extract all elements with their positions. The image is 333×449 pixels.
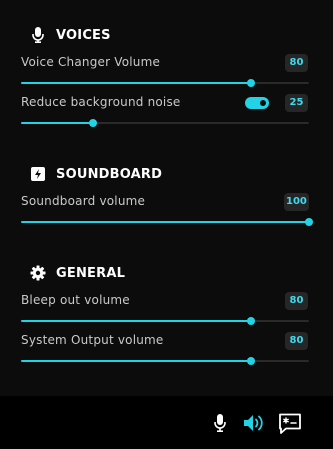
slider-thumb[interactable] (247, 79, 256, 87)
slider-fill (21, 122, 93, 124)
slider-fill (21, 320, 252, 322)
reduce-noise-slider[interactable] (21, 119, 309, 127)
general-title: GENERAL (56, 265, 126, 281)
slider-fill (21, 221, 309, 223)
voice-changer-volume-slider[interactable] (21, 79, 309, 87)
system-output-volume-slider[interactable] (21, 357, 309, 365)
settings-panel: VOICES Voice Changer Volume 80 Reduce ba… (0, 0, 333, 396)
reduce-noise-value: 25 (285, 94, 308, 112)
bleep-out-volume-value: 80 (285, 292, 308, 310)
soundboard-volume-value: 100 (284, 193, 309, 211)
microphone-icon[interactable] (212, 413, 228, 433)
reduce-noise-label: Reduce background noise (21, 95, 181, 109)
gear-icon (30, 265, 46, 281)
lightning-icon (30, 166, 46, 182)
bleep-out-volume-label: Bleep out volume (21, 293, 130, 307)
slider-thumb[interactable] (247, 357, 256, 365)
slider-thumb[interactable] (305, 218, 313, 226)
slider-fill (21, 82, 252, 84)
slider-thumb[interactable] (89, 119, 97, 127)
system-output-volume-value: 80 (285, 332, 308, 350)
soundboard-volume-slider[interactable] (21, 218, 313, 226)
soundboard-section-header: SOUNDBOARD (30, 164, 162, 184)
voice-changer-volume-label: Voice Changer Volume (21, 55, 161, 69)
slider-thumb[interactable] (247, 317, 256, 325)
soundboard-title: SOUNDBOARD (56, 166, 163, 182)
footer-bar (0, 396, 333, 449)
microphone-icon (30, 27, 46, 43)
toggle-knob (260, 100, 266, 106)
voice-changer-volume-value: 80 (285, 54, 308, 72)
slider-fill (21, 360, 252, 362)
bleep-out-volume-slider[interactable] (21, 317, 309, 325)
chat-icon[interactable] (277, 412, 303, 436)
speaker-icon[interactable] (242, 413, 266, 433)
general-section-header: GENERAL (30, 263, 125, 283)
soundboard-volume-label: Soundboard volume (21, 194, 146, 208)
system-output-volume-label: System Output volume (21, 333, 164, 347)
reduce-noise-toggle[interactable] (245, 97, 269, 109)
voices-section-header: VOICES (30, 25, 111, 45)
voices-title: VOICES (56, 27, 111, 43)
